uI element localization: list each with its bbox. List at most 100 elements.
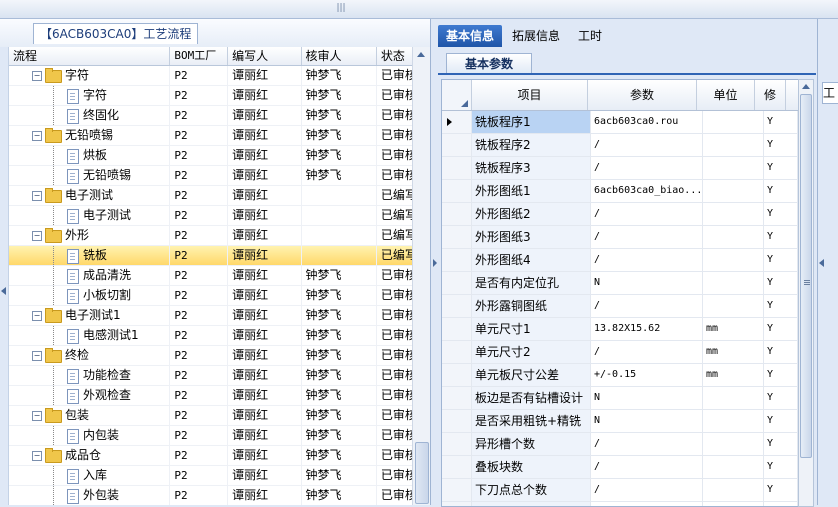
param-row[interactable]: 单元板尺寸公差 +/-0.15 mm Y [442, 364, 799, 387]
tree-node[interactable]: 小板切割 [9, 286, 171, 305]
row-indicator[interactable] [442, 180, 472, 202]
param-unit-cell[interactable] [703, 456, 764, 478]
row-indicator[interactable] [442, 226, 472, 248]
col-header-bom-factory[interactable]: BOM工厂 [170, 47, 229, 65]
tab-extended-info[interactable]: 拓展信息 [504, 25, 568, 47]
param-unit-cell[interactable] [703, 203, 764, 225]
param-unit-cell[interactable]: mm [703, 318, 764, 340]
param-unit-cell[interactable] [703, 111, 764, 133]
param-modify-cell[interactable]: Y [764, 387, 798, 409]
row-indicator[interactable] [442, 318, 472, 340]
param-value-cell[interactable]: / [591, 226, 703, 248]
tree-node[interactable]: 功能检查 [9, 366, 171, 385]
param-value-cell[interactable]: / [591, 479, 703, 501]
splitter-grip-icon[interactable]: ||| [336, 3, 346, 13]
scrollbar-thumb[interactable] [415, 442, 429, 504]
param-row[interactable]: 异形槽个数 / Y [442, 433, 799, 456]
col-header-item[interactable]: 项目 [472, 80, 588, 110]
row-indicator[interactable] [442, 364, 472, 386]
param-value-cell[interactable]: N [591, 410, 703, 432]
param-unit-cell[interactable]: mm [703, 341, 764, 363]
row-indicator[interactable] [442, 295, 472, 317]
param-modify-cell[interactable]: Y [764, 364, 798, 386]
params-vertical-scrollbar[interactable] [798, 79, 814, 507]
col-header-reviewer[interactable]: 核审人 [302, 47, 377, 65]
tree-node[interactable]: 内包装 [9, 426, 171, 445]
far-right-tab[interactable]: 工 [822, 82, 838, 104]
tree-row[interactable]: 功能检查 P2 谭丽红 钟梦飞 已审核 [9, 366, 421, 386]
tree-node[interactable]: 外包装 [9, 486, 171, 505]
tree-row[interactable]: 成品清洗 P2 谭丽红 钟梦飞 已审核 [9, 266, 421, 286]
tree-row[interactable]: 入库 P2 谭丽红 钟梦飞 已审核 [9, 466, 421, 486]
param-row[interactable]: 单元尺寸2/mm Y [442, 341, 799, 364]
collapse-icon[interactable]: − [32, 191, 42, 201]
process-flow-title-tab[interactable]: 【6ACB603CA0】工艺流程 [33, 23, 199, 44]
tree-row[interactable]: 电子测试 P2 谭丽红 已编写 [9, 206, 421, 226]
tab-work-hours[interactable]: 工时 [570, 25, 610, 47]
tree-node[interactable]: − 包装 [9, 406, 171, 425]
collapse-icon[interactable]: − [32, 411, 42, 421]
tree-row[interactable]: 铣板 P2 谭丽红 已编写 [9, 246, 421, 266]
collapse-icon[interactable]: − [32, 231, 42, 241]
row-indicator[interactable] [442, 203, 472, 225]
tree-node[interactable]: 电感测试1 [9, 326, 171, 345]
tree-node[interactable]: − 终检 [9, 346, 171, 365]
param-modify-cell[interactable]: Y [764, 180, 798, 202]
right-collapse-bar[interactable] [433, 19, 438, 505]
tree-row[interactable]: 小板切割 P2 谭丽红 钟梦飞 已审核 [9, 286, 421, 306]
tree-node[interactable]: − 外形 [9, 226, 171, 245]
param-unit-cell[interactable] [703, 433, 764, 455]
param-row[interactable]: 板边是否有钻槽设计 N Y [442, 387, 799, 410]
collapse-icon[interactable]: − [32, 351, 42, 361]
param-value-cell[interactable]: 6acb603ca0_biao... [591, 180, 703, 202]
tree-row[interactable]: − 无铅喷锡 P2 谭丽红 钟梦飞 已审核 [9, 126, 421, 146]
tree-node[interactable]: 成品清洗 [9, 266, 171, 285]
tree-node[interactable]: − 电子测试1 [9, 306, 171, 325]
param-modify-cell[interactable]: Y [764, 249, 798, 271]
tree-row[interactable]: 终固化 P2 谭丽红 钟梦飞 已审核 [9, 106, 421, 126]
param-modify-cell[interactable]: Y [764, 410, 798, 432]
param-row[interactable]: 铣板程序2/ Y [442, 134, 799, 157]
scroll-up-arrow-icon[interactable] [802, 84, 810, 89]
param-value-cell[interactable]: / [591, 203, 703, 225]
param-row[interactable]: 铣板程序3/ Y [442, 157, 799, 180]
param-unit-cell[interactable] [703, 410, 764, 432]
tree-row[interactable]: − 电子测试 P2 谭丽红 已编写 [9, 186, 421, 206]
row-indicator[interactable] [442, 410, 472, 432]
tree-node[interactable]: 铣板 [9, 246, 171, 265]
scroll-up-arrow-icon[interactable] [417, 52, 425, 57]
param-row[interactable]: 下刀点总个数 / Y [442, 479, 799, 502]
tree-row[interactable]: − 电子测试1 P2 谭丽红 钟梦飞 已审核 [9, 306, 421, 326]
row-indicator[interactable] [442, 157, 472, 179]
param-row[interactable]: 单元尺寸1 13.82X15.62 mm Y [442, 318, 799, 341]
collapse-right-arrow-icon[interactable] [433, 259, 437, 267]
tree-row[interactable]: 外包装 P2 谭丽红 钟梦飞 已审核 [9, 486, 421, 505]
collapse-left-arrow-icon[interactable] [1, 287, 6, 295]
param-row[interactable]: 外形图纸4/ Y [442, 249, 799, 272]
param-value-cell[interactable]: / [591, 249, 703, 271]
tree-row[interactable]: − 字符 P2 谭丽红 钟梦飞 已审核 [9, 66, 421, 86]
param-modify-cell[interactable]: Y [764, 479, 798, 501]
param-row[interactable]: 外形图纸1 6acb603ca0_biao... Y [442, 180, 799, 203]
param-row[interactable]: 铣板程序1 6acb603ca0.rou Y [442, 111, 799, 134]
param-modify-cell[interactable]: Y [764, 295, 798, 317]
tree-node[interactable]: − 电子测试 [9, 186, 171, 205]
row-indicator[interactable] [442, 341, 472, 363]
tree-vertical-scrollbar[interactable] [412, 47, 430, 505]
tree-node[interactable]: − 成品仓 [9, 446, 171, 465]
row-indicator[interactable] [442, 433, 472, 455]
param-value-cell[interactable]: / [591, 456, 703, 478]
param-modify-cell[interactable]: Y [764, 433, 798, 455]
row-indicator[interactable] [442, 479, 472, 501]
tree-node[interactable]: 外观检查 [9, 386, 171, 405]
param-modify-cell[interactable]: Y [764, 111, 798, 133]
row-indicator[interactable] [442, 249, 472, 271]
param-unit-cell[interactable] [703, 134, 764, 156]
row-indicator[interactable] [442, 272, 472, 294]
top-splitter-bar[interactable]: ||| [0, 0, 838, 19]
col-header-param[interactable]: 参数 [588, 80, 697, 110]
tree-row[interactable]: − 包装 P2 谭丽红 钟梦飞 已审核 [9, 406, 421, 426]
row-indicator[interactable] [442, 387, 472, 409]
param-value-cell[interactable]: / [591, 157, 703, 179]
row-indicator[interactable] [442, 456, 472, 478]
